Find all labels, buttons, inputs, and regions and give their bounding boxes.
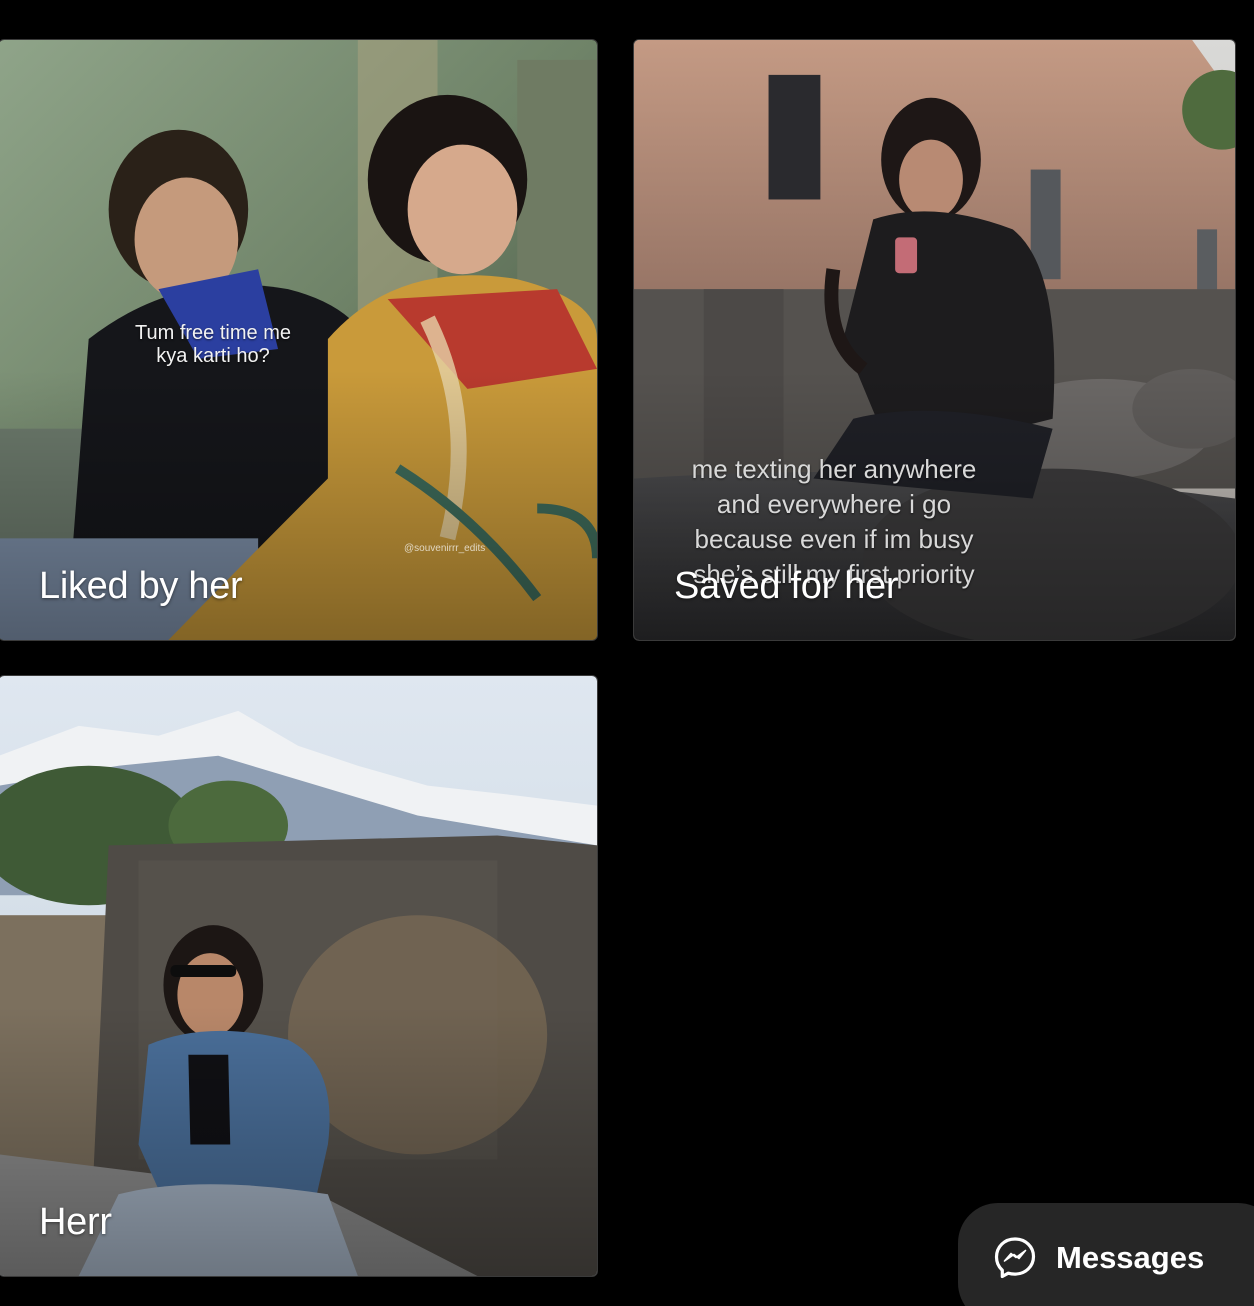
tile-label-herr: Herr	[39, 1201, 112, 1243]
highlight-tile-saved-for-her[interactable]: me texting her anywhere and everywhere i…	[633, 39, 1236, 641]
highlight-tile-liked-by-her[interactable]: Tum free time me kya karti ho? @souvenir…	[0, 39, 598, 641]
tile-label-saved-for-her: Saved for her	[674, 565, 899, 607]
messages-label: Messages	[1056, 1240, 1205, 1275]
tile-label-liked-by-her: Liked by her	[39, 565, 243, 607]
highlights-page: Tum free time me kya karti ho? @souvenir…	[0, 0, 1254, 1306]
highlight-tile-herr[interactable]: Herr	[0, 675, 598, 1277]
messages-button[interactable]: Messages	[958, 1203, 1254, 1306]
messenger-icon	[994, 1237, 1036, 1279]
image-watermark: @souvenirrr_edits	[404, 543, 486, 554]
image-caption-text: Tum free time me kya karti ho?	[135, 322, 291, 367]
